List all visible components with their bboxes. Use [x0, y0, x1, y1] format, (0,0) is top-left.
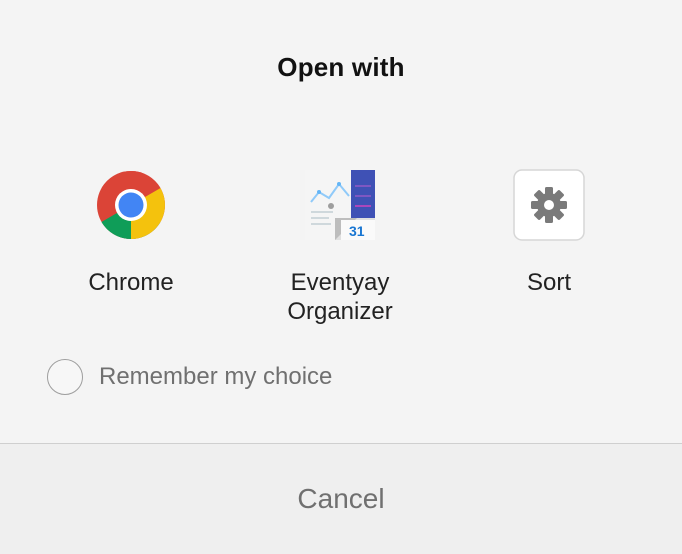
cancel-area: Cancel	[0, 444, 682, 554]
remember-choice-label: Remember my choice	[99, 363, 333, 390]
app-option-chrome[interactable]: Chrome	[31, 168, 231, 297]
open-with-dialog: Open with Chrome 31 Eventyay Organizer S…	[0, 0, 682, 554]
app-option-eventyay-organizer[interactable]: 31 Eventyay Organizer	[240, 168, 440, 326]
app-label-eventyay-organizer: Eventyay Organizer	[287, 269, 393, 325]
app-option-sort[interactable]: Sort	[449, 168, 649, 297]
dialog-title: Open with	[277, 52, 405, 82]
gear-icon	[513, 169, 585, 241]
cancel-button[interactable]: Cancel	[0, 444, 682, 554]
chrome-icon	[97, 171, 165, 239]
eventyay-organizer-icon: 31	[305, 170, 375, 240]
remember-choice-radio[interactable]	[47, 359, 83, 395]
svg-text:31: 31	[349, 223, 365, 239]
app-label-sort: Sort	[526, 269, 571, 296]
remember-choice-option[interactable]: Remember my choice	[47, 357, 332, 397]
app-label-chrome: Chrome	[88, 269, 174, 296]
